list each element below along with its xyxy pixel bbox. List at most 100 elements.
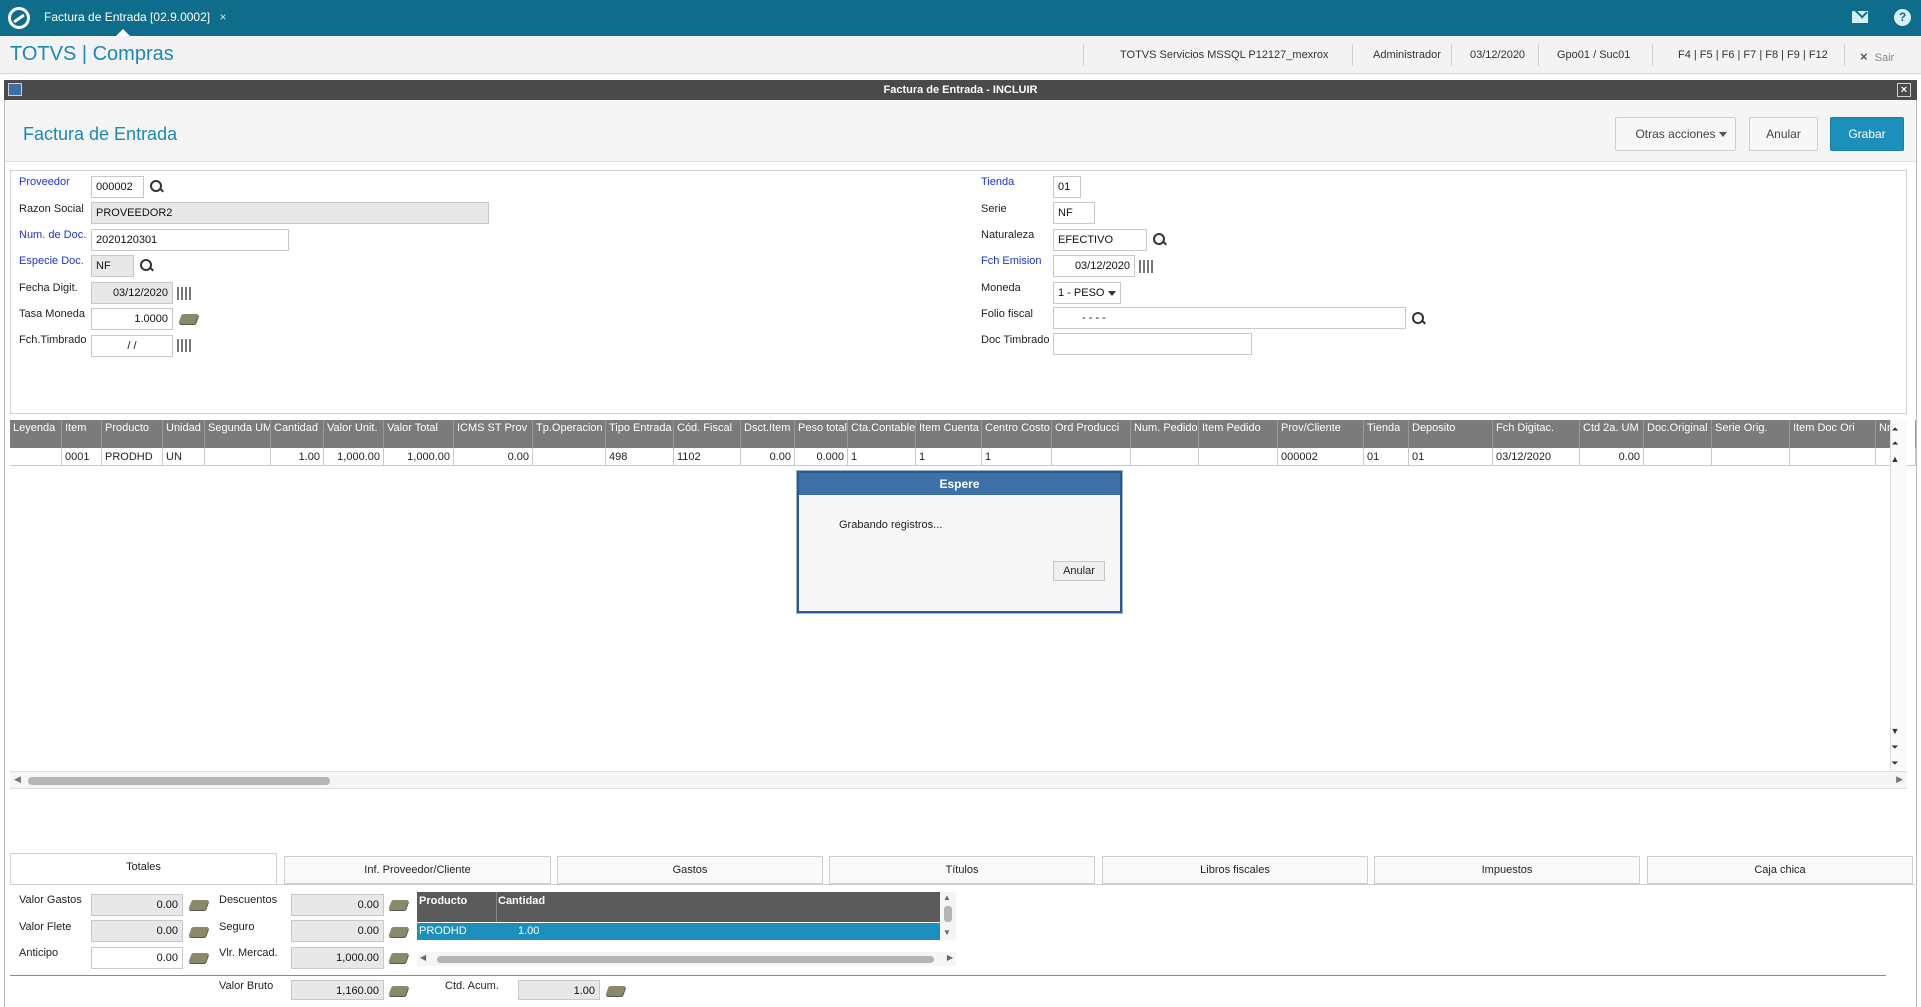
tab-gastos[interactable]: Gastos <box>557 856 823 884</box>
scroll-down-icon[interactable]: ▼ <box>1888 724 1902 738</box>
folio-search-icon[interactable] <box>1412 312 1426 326</box>
valor-gastos-field[interactable]: 0.00 <box>91 894 183 916</box>
grid-column-header[interactable]: Valor Unit. <box>324 420 384 448</box>
tab-impuestos[interactable]: Impuestos <box>1374 856 1640 884</box>
grid-cell[interactable]: 01 <box>1364 448 1409 466</box>
num-doc-field[interactable]: 2020120301 <box>91 229 289 251</box>
summary-grid-row[interactable]: PRODHD 1.00 <box>417 923 940 940</box>
wait-dialog-cancel-button[interactable]: Anular <box>1053 561 1105 581</box>
serie-field[interactable]: NF <box>1053 202 1095 224</box>
folio-fiscal-field[interactable]: - - - - <box>1053 307 1406 329</box>
grid-column-header[interactable]: Item Doc Ori <box>1790 420 1876 448</box>
scroll-page-down-icon[interactable]: ⏷ <box>1888 740 1902 754</box>
grid-column-header[interactable]: Item Pedido <box>1199 420 1278 448</box>
scroll-up-icon[interactable]: ▲ <box>1888 452 1902 466</box>
grid-column-header[interactable]: Tp.Operacion <box>533 420 606 448</box>
vlr-mercad-field[interactable]: 1,000.00 <box>291 947 384 969</box>
grid-column-header[interactable]: Num. Pedido <box>1131 420 1199 448</box>
grid-cell[interactable]: 01 <box>1409 448 1493 466</box>
tab-inf-proveedor-cliente[interactable]: Inf. Proveedor/Cliente <box>284 856 551 884</box>
scroll-right-icon[interactable]: ▶ <box>947 953 953 962</box>
tab-caja-chica[interactable]: Caja chica <box>1647 856 1913 884</box>
descuentos-field[interactable]: 0.00 <box>291 894 384 916</box>
grid-column-header[interactable]: Producto <box>102 420 163 448</box>
especie-doc-field[interactable]: NF <box>91 255 134 277</box>
cancel-button[interactable]: Anular <box>1749 117 1818 151</box>
grid-cell[interactable]: 1102 <box>674 448 741 466</box>
grid-cell[interactable] <box>205 448 271 466</box>
tienda-field[interactable]: 01 <box>1053 176 1081 198</box>
grid-column-header[interactable]: ICMS ST Prov <box>454 420 533 448</box>
scroll-thumb[interactable] <box>944 906 952 922</box>
grid-column-header[interactable]: Ctd 2a. UM <box>1580 420 1644 448</box>
fch-timbrado-field[interactable]: / / <box>91 335 173 357</box>
mail-icon[interactable] <box>1852 11 1868 23</box>
valor-bruto-field[interactable]: 1,160.00 <box>291 980 384 1000</box>
fecha-digit-field[interactable]: 03/12/2020 <box>91 282 173 304</box>
grid-cell[interactable]: 000002 <box>1278 448 1364 466</box>
grid-cell[interactable]: PRODHD <box>102 448 163 466</box>
grid-cell[interactable]: 03/12/2020 <box>1493 448 1580 466</box>
other-actions-button[interactable]: Otras acciones <box>1615 117 1736 151</box>
doc-timbrado-field[interactable] <box>1053 333 1252 355</box>
grid-cell[interactable]: 1 <box>848 448 916 466</box>
grid-horizontal-scrollbar[interactable]: ◀ ▶ <box>10 771 1907 789</box>
grid-column-header[interactable]: Cta.Contable <box>848 420 916 448</box>
scroll-thumb[interactable] <box>437 956 934 963</box>
grid-cell[interactable]: 1 <box>982 448 1052 466</box>
grid-column-header[interactable]: Fch Digitac. <box>1493 420 1580 448</box>
totvs-logo-icon[interactable] <box>8 7 30 29</box>
grid-cell[interactable]: 0001 <box>62 448 102 466</box>
window-close-icon[interactable]: × <box>1897 83 1911 97</box>
especie-search-icon[interactable] <box>140 259 154 273</box>
grid-cell[interactable] <box>1712 448 1790 466</box>
razon-social-field[interactable]: PROVEEDOR2 <box>91 202 489 224</box>
tab-t-tulos[interactable]: Títulos <box>829 856 1095 884</box>
grid-cell[interactable]: 1.00 <box>271 448 324 466</box>
grid-column-header[interactable]: Item <box>62 420 102 448</box>
grid-column-header[interactable]: Peso total <box>795 420 848 448</box>
scroll-up-icon[interactable]: ▲ <box>943 893 951 902</box>
calendar-icon[interactable] <box>177 287 192 300</box>
grid-cell[interactable]: 0.00 <box>454 448 533 466</box>
grid-column-header[interactable]: Item Cuenta <box>916 420 982 448</box>
summary-grid-vertical-scrollbar[interactable]: ▲ ▼ <box>940 892 956 940</box>
save-button[interactable]: Grabar <box>1830 117 1904 151</box>
grid-cell[interactable] <box>10 448 62 466</box>
grid-cell[interactable] <box>1131 448 1199 466</box>
grid-column-header[interactable]: Cantidad <box>271 420 324 448</box>
grid-cell[interactable]: 0.000 <box>795 448 848 466</box>
scroll-left-icon[interactable]: ◀ <box>14 774 21 785</box>
grid-column-header[interactable]: Ord Producci <box>1052 420 1131 448</box>
grid-column-header[interactable]: Deposito <box>1409 420 1493 448</box>
grid-column-header[interactable]: Valor Total <box>384 420 454 448</box>
naturaleza-field[interactable]: EFECTIVO <box>1053 229 1147 251</box>
open-tab[interactable]: Factura de Entrada [02.9.0002] × <box>36 0 236 36</box>
seguro-field[interactable]: 0.00 <box>291 920 384 942</box>
scroll-left-icon[interactable]: ◀ <box>420 953 426 962</box>
scroll-thumb[interactable] <box>28 777 330 785</box>
calendar-icon[interactable] <box>177 339 192 352</box>
proveedor-search-icon[interactable] <box>150 180 164 194</box>
grid-column-header[interactable]: Cód. Fiscal <box>674 420 741 448</box>
grid-column-header[interactable]: Segunda UM <box>205 420 271 448</box>
grid-cell[interactable] <box>1199 448 1278 466</box>
proveedor-field[interactable]: 000002 <box>91 176 144 198</box>
grid-column-header[interactable]: Tipo Entrada <box>606 420 674 448</box>
grid-column-header[interactable]: Unidad <box>163 420 205 448</box>
grid-column-header[interactable]: Dsct.Item <box>741 420 795 448</box>
naturaleza-search-icon[interactable] <box>1153 233 1167 247</box>
tab-totales[interactable]: Totales <box>10 853 277 884</box>
scroll-down-icon[interactable]: ▼ <box>943 928 951 937</box>
grid-cell[interactable] <box>1644 448 1712 466</box>
anticipo-field[interactable]: 0.00 <box>91 947 183 969</box>
grid-column-header[interactable]: Prov/Cliente <box>1278 420 1364 448</box>
grid-cell[interactable]: 0.00 <box>741 448 795 466</box>
tab-close-icon[interactable]: × <box>219 10 226 24</box>
grid-cell[interactable] <box>533 448 606 466</box>
fch-emision-field[interactable]: 03/12/2020 <box>1053 255 1135 277</box>
grid-column-header[interactable]: Leyenda <box>10 420 62 448</box>
grid-cell[interactable]: 1,000.00 <box>384 448 454 466</box>
exit-button[interactable]: × Sair <box>1860 49 1894 64</box>
help-icon[interactable]: ? <box>1894 9 1911 26</box>
